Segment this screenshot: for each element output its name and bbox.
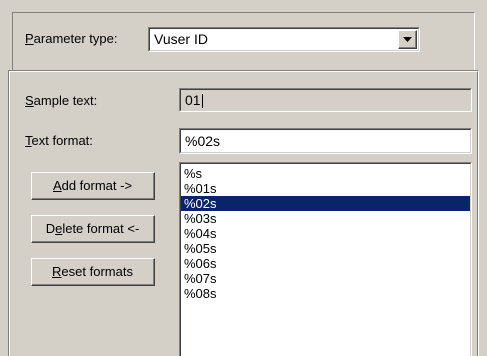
format-list-item[interactable]: %04s (181, 226, 470, 241)
add-format-button-label: Add format -> (52, 178, 133, 193)
text-format-label: Text format: (25, 133, 93, 148)
delete-format-button-label: Delete format <- (45, 221, 140, 236)
text-cursor (201, 94, 203, 109)
format-list-item[interactable]: %s (181, 166, 470, 181)
chevron-down-icon (402, 36, 412, 42)
format-list-item[interactable]: %06s (181, 256, 470, 271)
add-format-button[interactable]: Add format -> (31, 172, 155, 200)
format-list-item[interactable]: %03s (181, 211, 470, 226)
format-list-item[interactable]: %07s (181, 271, 470, 286)
format-list[interactable]: %s %01s %02s %03s %04s %05s %06s %07s %08s (179, 162, 472, 356)
text-format-value: %02s (185, 133, 221, 149)
sample-text-label: Sample text: (25, 93, 98, 108)
sample-text-value: 01 (185, 92, 203, 109)
reset-formats-button[interactable]: Reset formats (31, 258, 155, 286)
format-list-item[interactable]: %05s (181, 241, 470, 256)
parameter-type-combobox[interactable]: Vuser ID (148, 27, 420, 52)
parameter-type-dropdown-button[interactable] (398, 30, 417, 49)
format-list-item[interactable]: %02s (181, 196, 470, 211)
format-list-item[interactable]: %01s (181, 181, 470, 196)
parameter-type-label: Parameter type: (25, 31, 118, 46)
text-format-input[interactable]: %02s (179, 128, 472, 154)
parameter-type-value: Vuser ID (154, 31, 208, 47)
reset-formats-button-label: Reset formats (52, 264, 133, 279)
format-list-item[interactable]: %08s (181, 286, 470, 301)
delete-format-button[interactable]: Delete format <- (31, 215, 155, 243)
sample-text-field: 01 (179, 88, 472, 112)
